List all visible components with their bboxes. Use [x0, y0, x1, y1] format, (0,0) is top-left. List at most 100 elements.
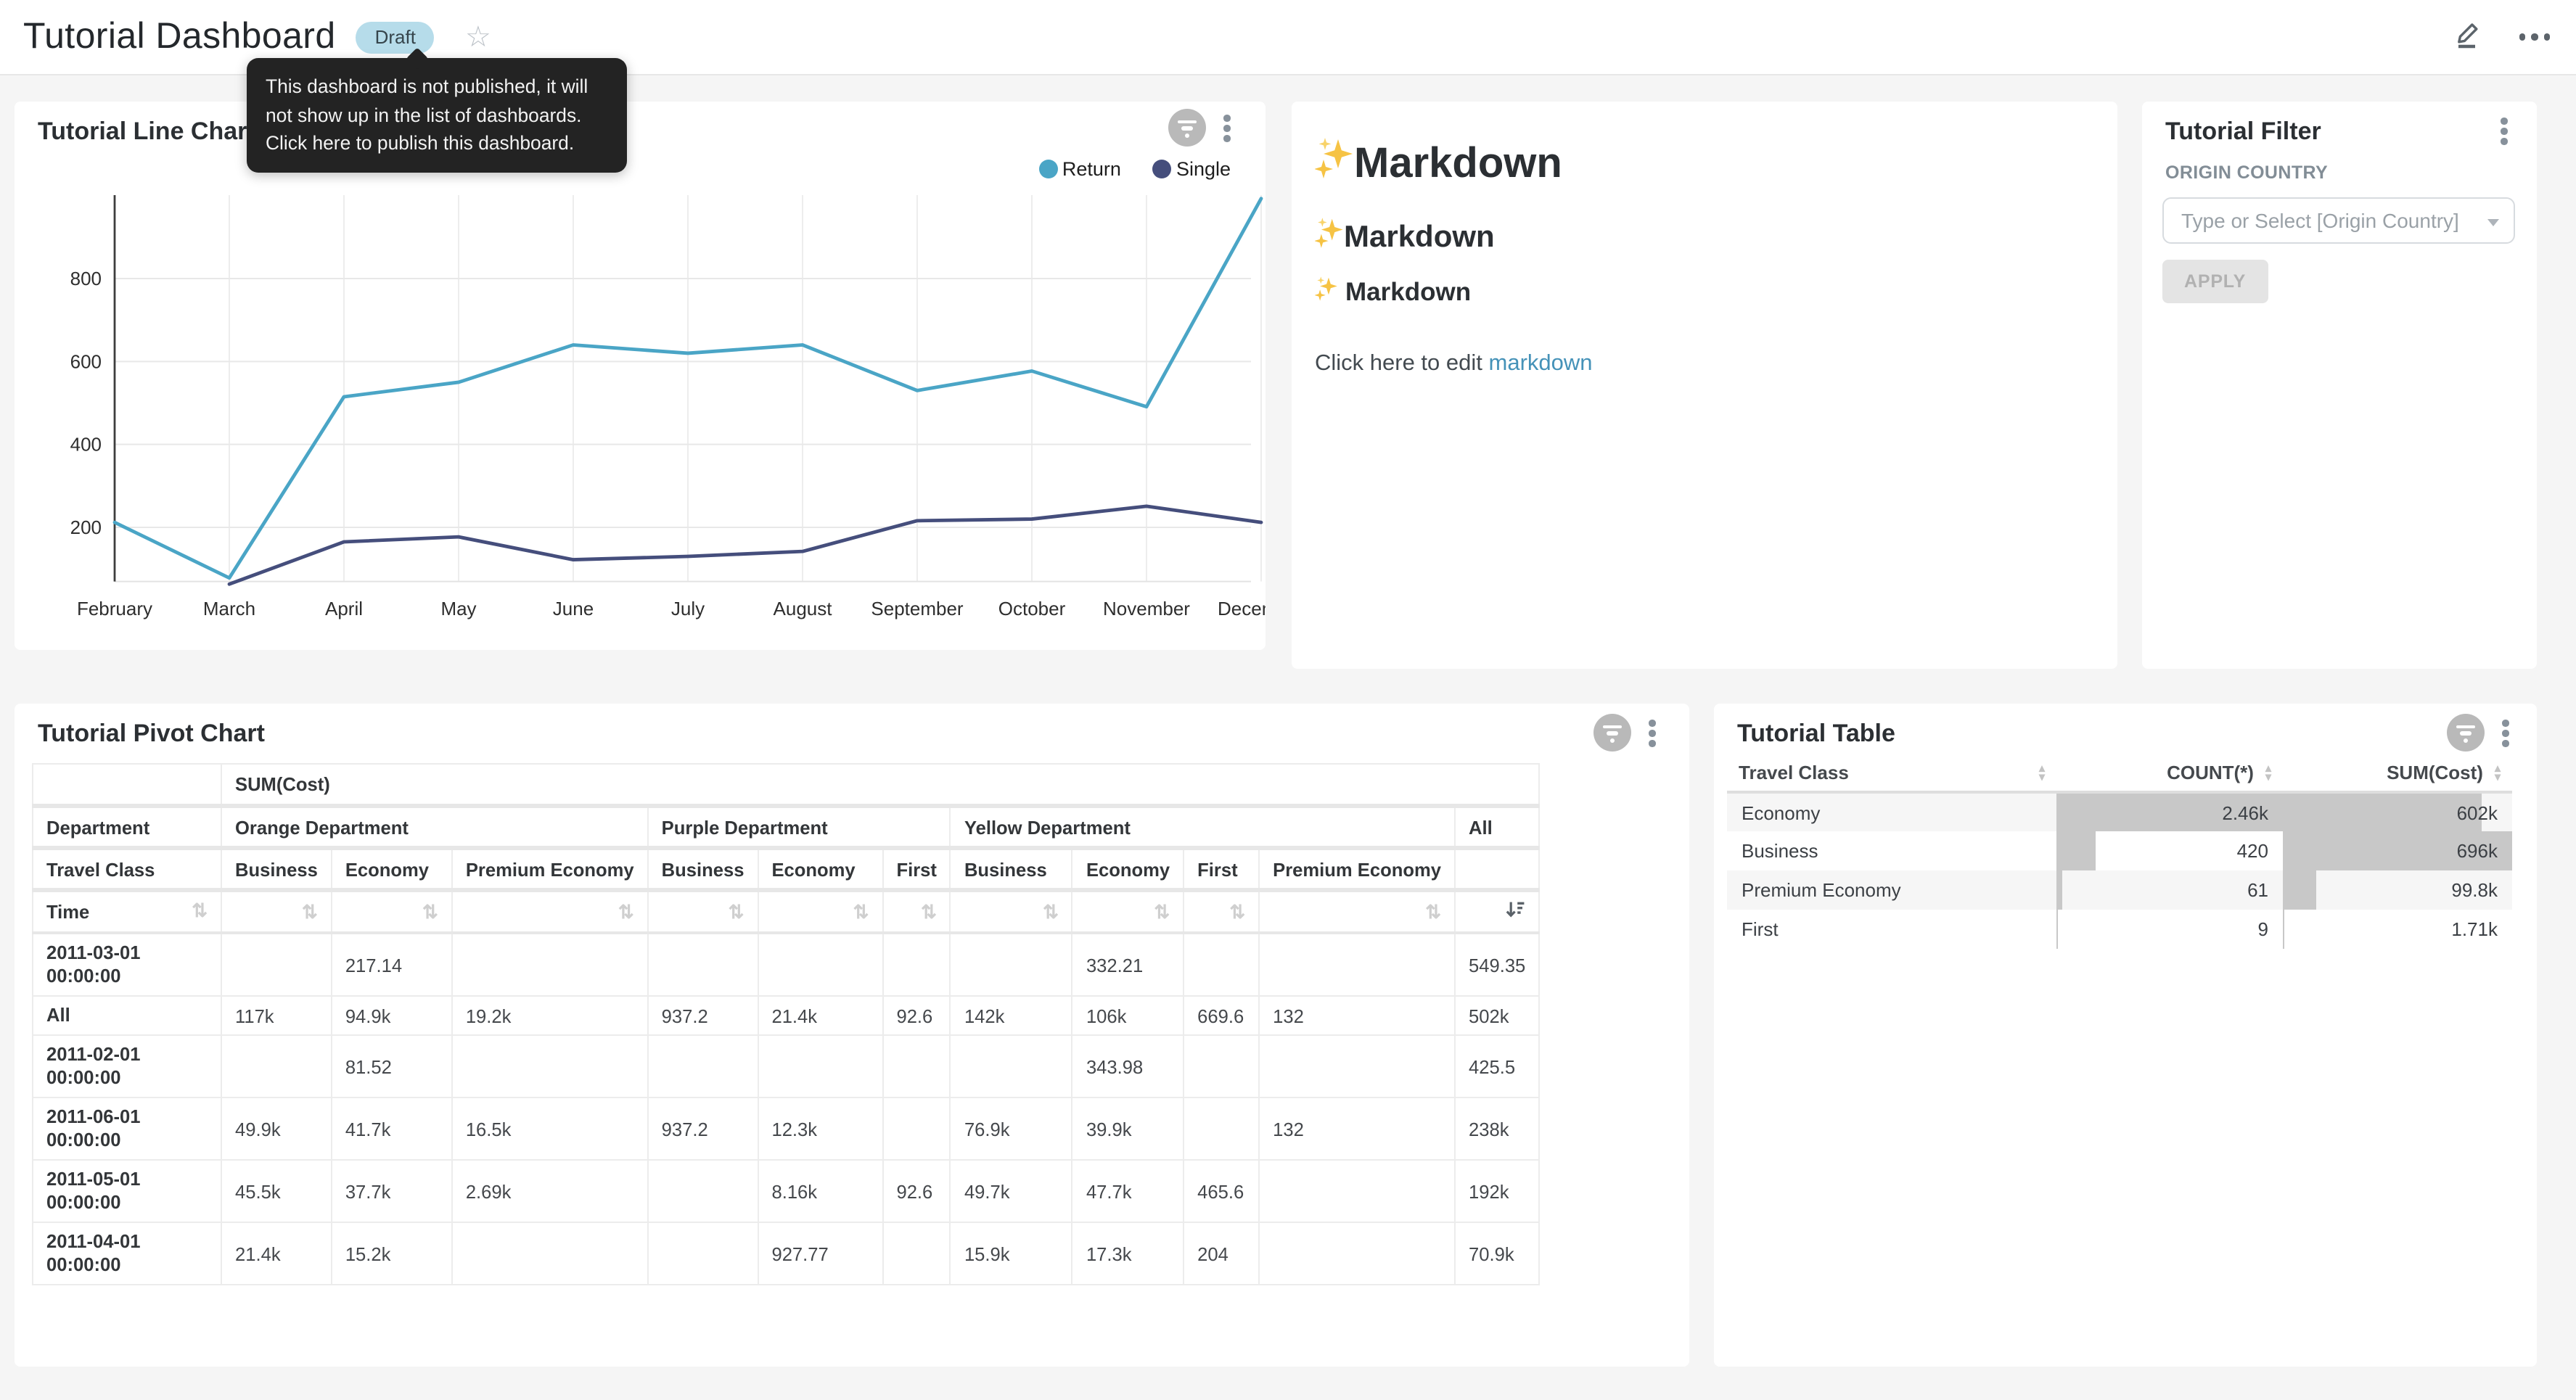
more-actions-icon[interactable] — [2519, 34, 2550, 41]
sort-column[interactable]: ⇅ — [1259, 890, 1455, 933]
pivot-cell[interactable]: 2.69k — [452, 1160, 648, 1222]
pivot-cell[interactable]: 76.9k — [951, 1098, 1072, 1160]
pivot-cell[interactable] — [758, 1035, 882, 1098]
line-chart-plot[interactable]: 200400600800FebruaryMarchAprilMayJuneJul… — [15, 102, 1266, 650]
pivot-row-header[interactable]: 2011-05-01 00:00:00 — [33, 1160, 221, 1222]
pivot-cell[interactable] — [1259, 1222, 1455, 1285]
pivot-class-header[interactable]: Business — [648, 848, 758, 890]
pivot-group-header[interactable]: Purple Department — [648, 806, 951, 848]
chart-menu-icon[interactable] — [2499, 717, 2511, 750]
pivot-cell[interactable] — [452, 933, 648, 996]
sort-icon[interactable]: ⇅ — [422, 902, 438, 921]
sort-column[interactable]: ⇅ — [1184, 890, 1259, 933]
pivot-cell[interactable] — [648, 933, 758, 996]
filter-menu-icon[interactable] — [2498, 115, 2510, 148]
chart-menu-icon[interactable] — [1646, 717, 1658, 750]
chart-menu-icon[interactable] — [1221, 112, 1233, 145]
pivot-cell[interactable]: 142k — [951, 996, 1072, 1035]
pivot-class-header[interactable] — [1455, 848, 1539, 890]
pivot-cell[interactable] — [951, 1035, 1072, 1098]
pivot-row-header[interactable]: 2011-06-01 00:00:00 — [33, 1098, 221, 1160]
pivot-cell[interactable]: 217.14 — [332, 933, 452, 996]
pivot-cell[interactable]: 41.7k — [332, 1098, 452, 1160]
pivot-class-header[interactable]: Premium Economy — [1259, 848, 1455, 890]
pivot-class-header[interactable]: First — [1184, 848, 1259, 890]
origin-country-select[interactable]: Type or Select [Origin Country] — [2162, 197, 2515, 244]
pivot-cell[interactable]: 502k — [1455, 996, 1539, 1035]
sort-icon[interactable]: ⇅ — [1043, 902, 1059, 921]
sorter-icon[interactable]: ▴▾ — [2265, 764, 2271, 781]
sort-column[interactable]: ⇅ — [452, 890, 648, 933]
pivot-class-header[interactable]: Economy — [1072, 848, 1184, 890]
pivot-class-header[interactable]: Business — [951, 848, 1072, 890]
pivot-cell[interactable]: 204 — [1184, 1222, 1259, 1285]
pivot-cell[interactable]: 132 — [1259, 996, 1455, 1035]
pivot-cell[interactable] — [221, 933, 332, 996]
pivot-cell[interactable] — [648, 1222, 758, 1285]
sort-icon[interactable]: ⇅ — [921, 902, 937, 921]
pivot-cell[interactable]: 92.6 — [882, 996, 950, 1035]
sort-icon[interactable]: ⇅ — [853, 902, 869, 921]
pivot-cell[interactable]: 21.4k — [221, 1222, 332, 1285]
pivot-cell[interactable]: 15.2k — [332, 1222, 452, 1285]
sorter-icon[interactable]: ▴▾ — [2039, 764, 2045, 781]
markdown-edit-link[interactable]: markdown — [1489, 351, 1593, 376]
favorite-star-icon[interactable]: ☆ — [465, 22, 491, 52]
pivot-cell[interactable] — [882, 1098, 950, 1160]
sort-desc-active[interactable] — [1455, 890, 1539, 933]
pivot-cell[interactable] — [882, 1035, 950, 1098]
pivot-cell[interactable]: 94.9k — [332, 996, 452, 1035]
pivot-cell[interactable] — [648, 1160, 758, 1222]
pivot-cell[interactable] — [452, 1035, 648, 1098]
pivot-class-header[interactable]: First — [882, 848, 950, 890]
pivot-cell[interactable] — [951, 933, 1072, 996]
pivot-cell[interactable]: 81.52 — [332, 1035, 452, 1098]
table-row[interactable]: Premium Economy6199.8k — [1727, 870, 2512, 910]
column-header[interactable]: SUM(Cost)▴▾ — [2283, 754, 2512, 792]
pivot-class-header[interactable]: Business — [221, 848, 332, 890]
sort-icon[interactable]: ⇅ — [192, 901, 208, 920]
pivot-cell[interactable]: 465.6 — [1184, 1160, 1259, 1222]
sort-icon[interactable]: ⇅ — [1229, 902, 1245, 921]
pivot-cell[interactable]: 17.3k — [1072, 1222, 1184, 1285]
pivot-group-header[interactable]: Yellow Department — [951, 806, 1455, 848]
pivot-cell[interactable] — [648, 1035, 758, 1098]
pivot-cell[interactable] — [1184, 1098, 1259, 1160]
sort-column[interactable]: ⇅ — [882, 890, 950, 933]
pivot-cell[interactable] — [758, 933, 882, 996]
pivot-cell[interactable]: 21.4k — [758, 996, 882, 1035]
pivot-cell[interactable]: 106k — [1072, 996, 1184, 1035]
legend-item-return[interactable]: Return — [1039, 158, 1121, 180]
pivot-cell[interactable]: 47.7k — [1072, 1160, 1184, 1222]
pivot-cell[interactable]: 669.6 — [1184, 996, 1259, 1035]
pivot-row-header[interactable]: 2011-02-01 00:00:00 — [33, 1035, 221, 1098]
cross-filter-icon[interactable] — [1593, 714, 1631, 752]
pivot-row-header[interactable]: 2011-03-01 00:00:00 — [33, 933, 221, 996]
sort-icon[interactable]: ⇅ — [1425, 902, 1441, 921]
pivot-cell[interactable]: 39.9k — [1072, 1098, 1184, 1160]
pivot-cell[interactable]: 192k — [1455, 1160, 1539, 1222]
pivot-cell[interactable]: 45.5k — [221, 1160, 332, 1222]
pivot-cell[interactable]: 927.77 — [758, 1222, 882, 1285]
sort-icon[interactable]: ⇅ — [729, 902, 745, 921]
pivot-cell[interactable] — [221, 1035, 332, 1098]
pivot-cell[interactable]: 12.3k — [758, 1098, 882, 1160]
pivot-cell[interactable]: 8.16k — [758, 1160, 882, 1222]
pivot-time-header[interactable]: Time⇅ — [33, 890, 221, 933]
pivot-cell[interactable]: 37.7k — [332, 1160, 452, 1222]
table-row[interactable]: Economy2.46k602k — [1727, 792, 2512, 831]
pivot-class-header[interactable]: Premium Economy — [452, 848, 648, 890]
sort-column[interactable]: ⇅ — [332, 890, 452, 933]
table-row[interactable]: Business420696k — [1727, 831, 2512, 870]
sort-icon[interactable]: ⇅ — [618, 902, 634, 921]
pivot-cell[interactable]: 332.21 — [1072, 933, 1184, 996]
cross-filter-icon[interactable] — [2447, 714, 2485, 752]
cross-filter-icon[interactable] — [1168, 109, 1206, 147]
sort-descending-icon[interactable] — [1505, 899, 1525, 924]
sort-icon[interactable]: ⇅ — [302, 902, 318, 921]
pivot-row-header[interactable]: All — [33, 996, 221, 1035]
pivot-cell[interactable] — [1259, 933, 1455, 996]
pivot-cell[interactable]: 132 — [1259, 1098, 1455, 1160]
pivot-cell[interactable]: 937.2 — [648, 1098, 758, 1160]
table-row[interactable]: First91.71k — [1727, 910, 2512, 949]
